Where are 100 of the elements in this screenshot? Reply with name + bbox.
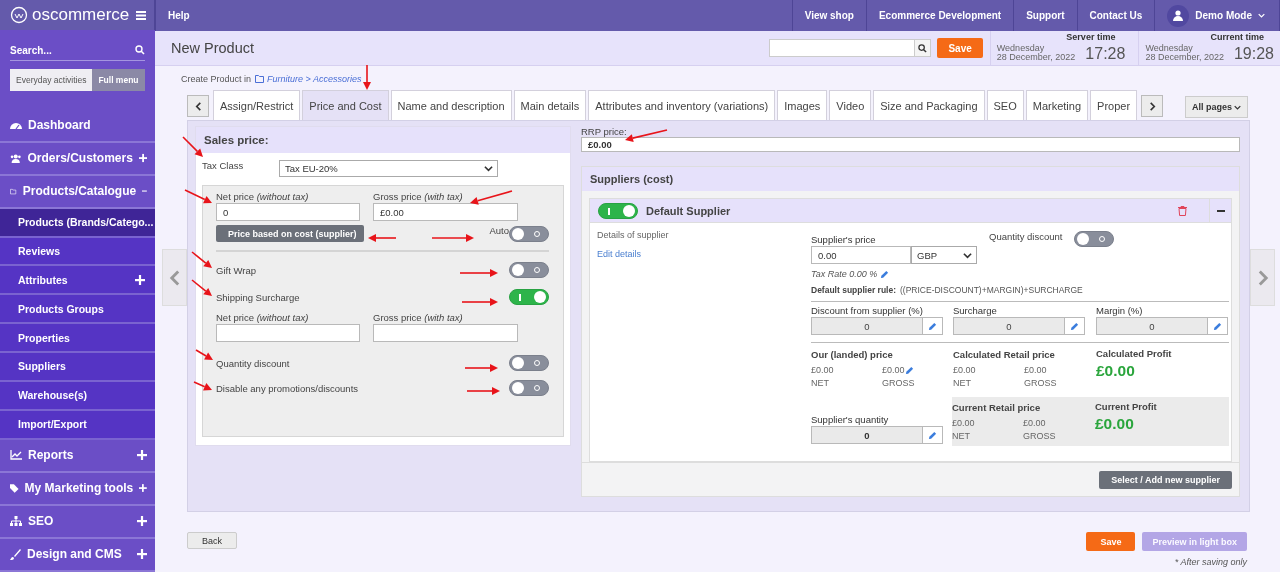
field-label: Gross price (with tax) [373,312,463,323]
annotation-arrow [464,364,498,372]
submenu-item[interactable]: Attributes [0,266,155,296]
menu-item[interactable]: SEO [0,505,155,539]
scroll-left-button[interactable] [187,95,209,117]
menu-label: Import/Export [18,418,88,431]
tab[interactable]: SEO [986,90,1024,120]
edit-button[interactable] [1208,317,1228,335]
tab[interactable]: Assign/Restrict [213,90,301,120]
plus-icon [135,274,145,285]
chevron-left-icon [193,101,203,111]
next-button[interactable] [1250,249,1275,306]
submenu-item[interactable]: Products Groups [0,295,155,325]
annotation-arrow [431,234,474,242]
menu-label: Warehouse(s) [18,389,89,402]
tab[interactable]: Price and Cost [302,90,389,120]
back-button[interactable]: Back [187,532,237,549]
toggle-switch[interactable] [509,380,549,396]
submenu-item[interactable]: Reviews [0,237,155,267]
edit-button[interactable] [923,317,943,335]
search-field[interactable] [769,39,932,57]
card-title: Sales price: [196,127,570,153]
submenu-item[interactable]: Import/Export [0,410,155,440]
breadcrumb-link[interactable]: Furniture > Accessories [255,74,362,84]
tab[interactable]: Marketing [1025,90,1089,120]
toggle-switch[interactable] [1074,231,1115,247]
folder-icon [255,75,265,83]
menu-item[interactable]: Dashboard [0,109,155,143]
tab[interactable]: Main details [513,90,587,120]
menu-label: Products/Catalogue [22,184,137,199]
submenu-item[interactable]: Warehouse(s) [0,381,155,411]
trash-icon[interactable] [1178,205,1187,216]
adjustment-field[interactable]: 0 [811,317,923,335]
tab[interactable]: Video [829,90,872,120]
net-price-field[interactable] [216,324,360,342]
tab[interactable]: Name and description [390,90,512,120]
pencil-icon [928,430,937,440]
edit-button[interactable] [923,426,943,444]
submenu-item[interactable]: Suppliers [0,353,155,382]
menu-label: My Marketing tools [24,481,134,496]
toggle-switch[interactable] [509,262,549,278]
annotation-arrow [470,190,513,205]
submenu-item[interactable]: Properties [0,324,155,354]
plus-icon [137,516,147,527]
supplier-name: Default Supplier [646,204,732,217]
menu-icon[interactable] [136,10,146,20]
supplier-price-field[interactable]: 0.00 [811,246,911,264]
chevron-down-icon [963,250,972,260]
profit-value: £0.00 [1096,362,1136,380]
gross-price-field[interactable]: £0.00 [373,203,518,221]
price-label: Current Retail price [952,402,1041,413]
toggle-switch[interactable] [598,202,638,219]
tax-class-select[interactable]: Tax EU-20% [279,160,498,177]
field-label: Net price (without tax) [216,312,309,323]
toggle-switch[interactable] [509,355,549,371]
menu-item[interactable]: Design and CMS [0,538,155,572]
tab[interactable]: Images [777,90,828,120]
adjustment-field[interactable]: 0 [953,317,1065,335]
scroll-right-button[interactable] [1141,95,1164,117]
time-label: Server time [1065,32,1117,43]
edit-button[interactable] [1065,317,1085,335]
pencil-icon [1070,321,1079,331]
profit-label: Calculated Profit [1096,348,1172,359]
quantity-field[interactable]: 0 [811,426,923,444]
gross-price-field[interactable] [373,324,518,342]
search-field[interactable]: Search... [10,40,145,62]
net-caption: NET [811,378,830,388]
gross-value: £0.00 [882,365,953,375]
all-pages-dropdown[interactable]: All pages [1185,96,1249,118]
rrp-price-field[interactable]: £0.00 [581,137,1240,152]
toggle-switch[interactable] [509,289,549,305]
rule-label: Default supplier rule: [811,285,896,295]
option-label: Quantity discount [216,357,290,369]
net-price-field[interactable]: 0 [216,203,360,221]
submenu-item[interactable]: Products (Brands/Catego... [0,208,155,238]
previous-button[interactable] [162,249,187,306]
field-label: Surcharge [953,305,997,316]
net-value: £0.00 [952,418,976,428]
menu-label: Suppliers [18,360,67,373]
search-icon [135,45,145,56]
gross-value: £0.00 [1023,418,1047,428]
chevron-down-icon [1234,103,1242,111]
chevron-down-icon [484,164,493,173]
tab[interactable]: Attributes and inventory (variations) [588,90,776,120]
price-based-on-cost-button[interactable]: Price based on cost (supplier) [216,225,364,242]
toggle-switch[interactable] [509,225,549,242]
annotation-arrow [363,64,371,90]
add-supplier-button[interactable]: Select / Add new supplier [1099,470,1232,489]
menu-item[interactable]: Orders/Customers [0,142,155,176]
currency-select[interactable]: GBP [911,246,977,264]
tab[interactable]: Proper [1090,90,1138,120]
menu-item[interactable]: My Marketing tools [0,472,155,506]
field-label: RRP price: [581,126,627,137]
menu-mode-tab[interactable]: Everyday activities [10,69,93,92]
gross-caption: GROSS [1024,378,1058,388]
menu-item[interactable]: Reports [0,439,155,473]
edit-details-link[interactable]: Edit details [597,249,811,259]
adjustment-field[interactable]: 0 [1096,317,1208,335]
annotation-arrow [466,387,500,395]
tab[interactable]: Size and Packaging [873,90,985,120]
